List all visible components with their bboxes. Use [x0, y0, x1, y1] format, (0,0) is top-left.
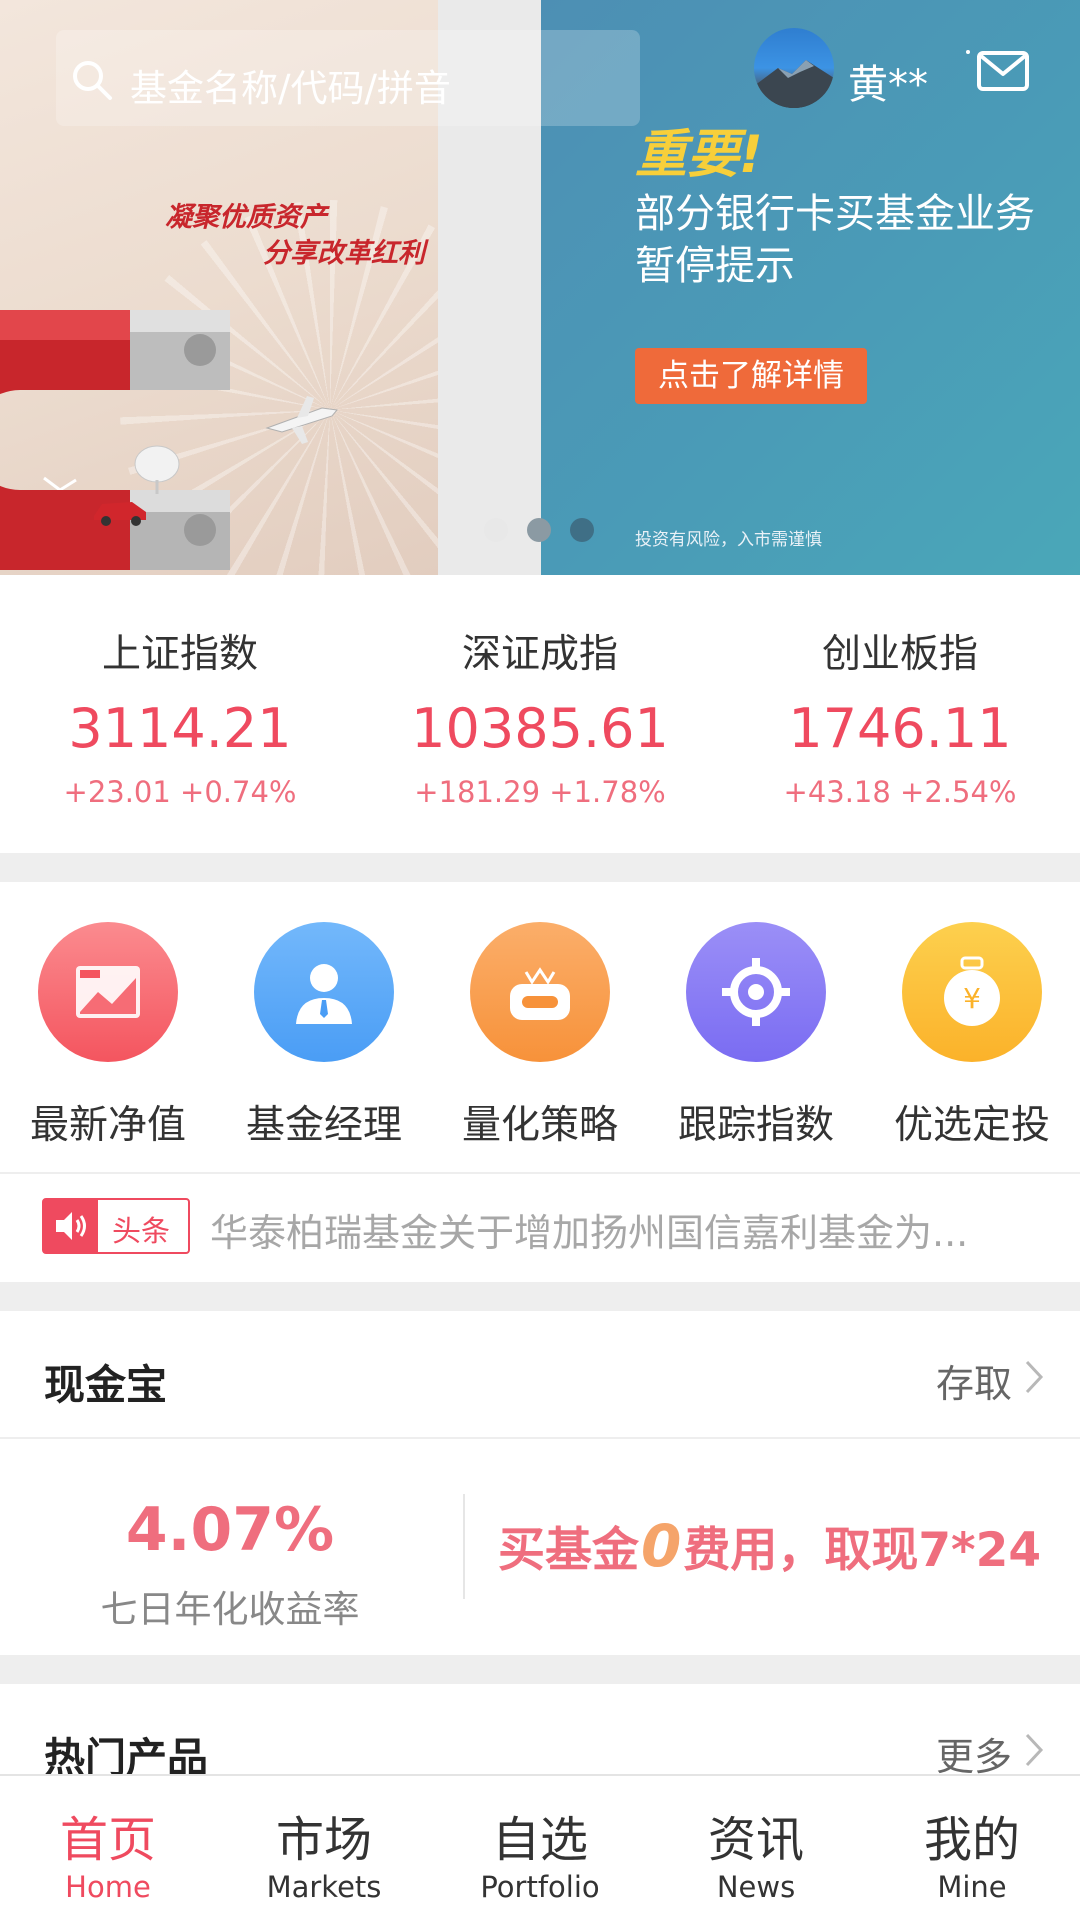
search-icon	[73, 61, 112, 100]
shortcut-label: 优选定投	[893, 1103, 1050, 1148]
tab-sublabel: Markets	[266, 1870, 382, 1904]
notice-body-line-1: 部分银行卡买基金业务	[635, 191, 1035, 237]
hot-products-header: 热门产品 更多	[0, 1684, 1080, 1782]
deposit-withdraw-link[interactable]: 存取	[936, 1353, 1012, 1408]
username[interactable]: 黄**	[848, 52, 928, 110]
vertical-divider	[463, 1494, 465, 1599]
pager-dot-1[interactable]	[484, 518, 508, 542]
section-separator	[0, 853, 1080, 882]
tab-label: 资讯	[707, 1812, 804, 1868]
cash-header: 现金宝 存取	[0, 1311, 1080, 1437]
yield-rate-label: 七日年化收益率	[100, 1588, 360, 1631]
yield-rate: 4.07%	[125, 1495, 335, 1565]
more-link[interactable]: 更多	[936, 1726, 1012, 1781]
chevron-right-icon[interactable]	[1024, 1732, 1044, 1768]
shortcut-fund-manager[interactable]: 基金经理	[216, 882, 432, 1172]
promo-zero: 0	[641, 1512, 682, 1580]
chevron-right-icon[interactable]	[1024, 1359, 1044, 1395]
speaker-icon-box	[44, 1200, 98, 1252]
headline-text[interactable]: 华泰柏瑞基金关于增加扬州国信嘉利基金为...	[210, 1202, 1060, 1257]
headline-tag: 头条	[42, 1198, 190, 1254]
shortcut-circle	[470, 922, 610, 1062]
pager-dot-3-active[interactable]	[570, 518, 594, 542]
headline-tag-label: 头条	[112, 1214, 171, 1248]
unread-dot	[966, 50, 970, 54]
tab-label: 自选	[491, 1812, 588, 1868]
bottom-tab-bar: 首页 Home 市场 Markets 自选 Portfolio 资讯 News …	[0, 1774, 1080, 1920]
search-bar[interactable]: 基金名称/代码/拼音	[56, 30, 640, 126]
banner-carousel[interactable]: 凝聚优质资产 分享改革红利 重要! 部分银行卡买基金业务 暂停提示 点击了解详情…	[0, 0, 1080, 575]
notice-title: 重要!	[635, 125, 763, 185]
index-name: 上证指数	[101, 632, 258, 677]
shortcut-circle	[686, 922, 826, 1062]
index-change: +23.01 +0.74%	[63, 775, 297, 809]
tab-sublabel: Home	[65, 1870, 151, 1904]
robot-icon	[510, 967, 570, 1020]
index-name: 创业板指	[821, 632, 978, 677]
tab-label: 市场	[275, 1812, 372, 1868]
tab-sublabel: News	[716, 1870, 796, 1904]
mail-icon[interactable]	[976, 50, 1030, 92]
tab-label: 首页	[59, 1812, 156, 1868]
banner-slogan: 凝聚优质资产 分享改革红利	[165, 200, 425, 272]
shortcut-label: 跟踪指数	[677, 1103, 834, 1148]
risk-disclaimer: 投资有风险，入市需谨慎	[635, 530, 822, 550]
shortcut-quant-strategy[interactable]: 量化策略	[432, 882, 648, 1172]
shortcut-circle	[38, 922, 178, 1062]
money-bag-icon: ¥	[944, 956, 1000, 1026]
promo-prefix: 买基金	[498, 1523, 639, 1578]
index-change: +181.29 +1.78%	[414, 775, 666, 809]
shortcut-fixed-investment[interactable]: ¥ 优选定投	[864, 882, 1080, 1172]
shortcut-track-index[interactable]: 跟踪指数	[648, 882, 864, 1172]
shortcut-label: 基金经理	[245, 1103, 402, 1148]
market-indices: 上证指数 3114.21 +23.01 +0.74% 深证成指 10385.61…	[0, 575, 1080, 853]
shortcut-latest-nav[interactable]: 最新净值	[0, 882, 216, 1172]
tab-markets[interactable]: 市场 Markets	[216, 1776, 432, 1920]
satellite-dish-icon	[134, 445, 180, 494]
manager-icon	[296, 964, 352, 1024]
shortcut-label: 最新净值	[29, 1103, 186, 1148]
shortcut-label: 量化策略	[461, 1103, 618, 1148]
red-car-icon	[94, 502, 146, 526]
shortcut-grid: 最新净值 基金经理 量化策略 跟踪指数 ¥ 优选定投	[0, 882, 1080, 1172]
search-placeholder[interactable]: 基金名称/代码/拼音	[130, 58, 451, 112]
tab-sublabel: Mine	[937, 1870, 1007, 1904]
tab-news[interactable]: 资讯 News	[648, 1776, 864, 1920]
cash-promo: 买基金0费用，取现7*24	[498, 1511, 1041, 1580]
index-value: 10385.61	[411, 697, 669, 760]
headline-ticker[interactable]: 头条 华泰柏瑞基金关于增加扬州国信嘉利基金为...	[0, 1174, 1080, 1282]
index-name: 深证成指	[461, 632, 618, 677]
shortcut-circle	[254, 922, 394, 1062]
index-value: 3114.21	[68, 697, 292, 760]
cash-summary[interactable]: 4.07% 七日年化收益率 买基金0费用，取现7*24	[0, 1439, 1080, 1655]
slogan-line-1: 凝聚优质资产	[165, 202, 327, 233]
index-change: +43.18 +2.54%	[783, 775, 1017, 809]
airplane-icon	[265, 396, 338, 444]
avatar-image	[754, 60, 834, 108]
avatar[interactable]	[754, 28, 834, 108]
app-screen: 凝聚优质资产 分享改革红利 重要! 部分银行卡买基金业务 暂停提示 点击了解详情…	[0, 0, 1080, 1920]
notice-body-line-2: 暂停提示	[635, 243, 795, 289]
chart-card-icon	[76, 966, 140, 1018]
shortcut-circle: ¥	[902, 922, 1042, 1062]
notice-body: 部分银行卡买基金业务 暂停提示	[635, 188, 1075, 292]
svg-text:¥: ¥	[963, 982, 981, 1015]
tab-home[interactable]: 首页 Home	[0, 1776, 216, 1920]
tab-mine[interactable]: 我的 Mine	[864, 1776, 1080, 1920]
slogan-line-2: 分享改革红利	[263, 238, 425, 269]
section-separator	[0, 1282, 1080, 1311]
notice-details-button[interactable]: 点击了解详情	[635, 348, 867, 404]
section-separator	[0, 1655, 1080, 1684]
tab-portfolio[interactable]: 自选 Portfolio	[432, 1776, 648, 1920]
pager-dot-2[interactable]	[527, 518, 551, 542]
promo-suffix: 费用，取现7*24	[683, 1523, 1042, 1578]
tab-sublabel: Portfolio	[480, 1870, 600, 1904]
speaker-icon	[56, 1212, 86, 1240]
section-title: 现金宝	[44, 1361, 167, 1409]
index-value: 1746.11	[788, 697, 1012, 760]
tab-label: 我的	[923, 1812, 1020, 1868]
target-icon	[722, 958, 790, 1026]
